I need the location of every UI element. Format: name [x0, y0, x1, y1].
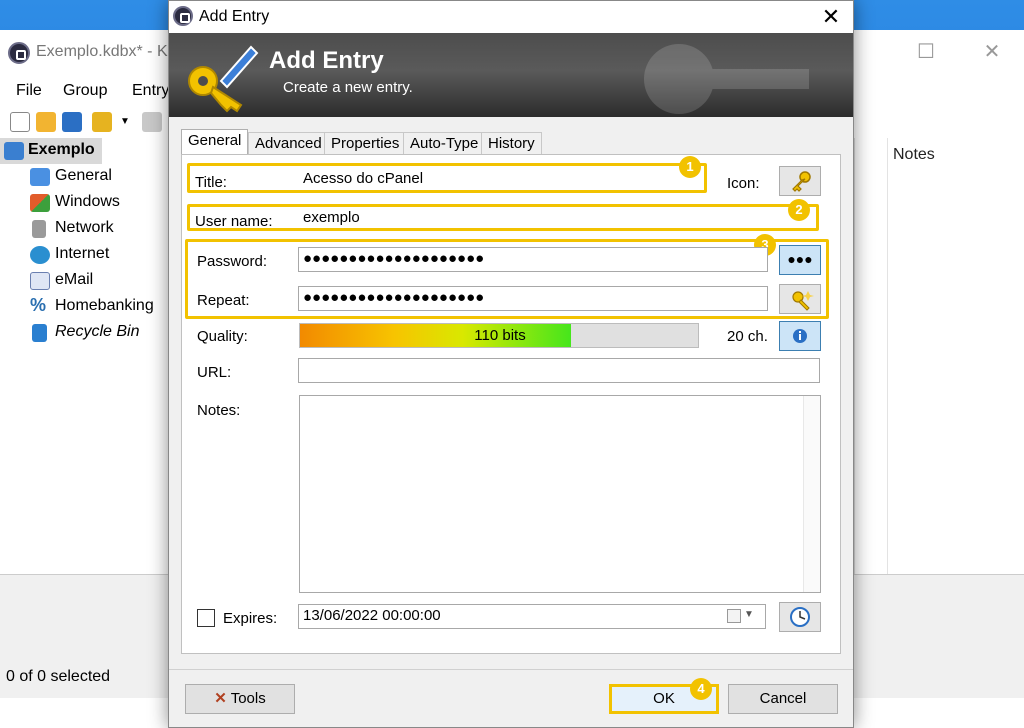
- add-entry-key-pen-icon: [188, 45, 259, 113]
- tab-auto-type[interactable]: Auto-Type: [403, 132, 486, 154]
- tab-general[interactable]: General: [181, 129, 249, 155]
- tree-item-label: eMail: [55, 271, 94, 288]
- dialog-close-icon[interactable]: ✕: [817, 3, 845, 31]
- banner-title: Add Entry: [269, 47, 384, 74]
- show-password-button[interactable]: ●●●: [779, 245, 821, 275]
- tree-item-label: Internet: [55, 245, 110, 262]
- highlight-box-1: [187, 163, 707, 193]
- main-toolbar: ▼: [0, 108, 170, 138]
- tab-advanced[interactable]: Advanced: [248, 132, 329, 154]
- menu-file[interactable]: File: [16, 82, 42, 100]
- info-icon: [793, 329, 807, 343]
- expiry-date-field[interactable]: 13/06/2022 00:00:00: [298, 604, 766, 629]
- chevron-down-icon[interactable]: ▼: [120, 116, 130, 127]
- cancel-button[interactable]: Cancel: [728, 684, 838, 714]
- repeat-password-field[interactable]: ●●●●●●●●●●●●●●●●●●●●: [298, 286, 768, 311]
- tree-item-network[interactable]: Network: [0, 216, 168, 242]
- banner-subtitle: Create a new entry.: [283, 79, 413, 96]
- quality-info-button[interactable]: [779, 321, 821, 351]
- selection-status: 0 of 0 selected: [6, 668, 111, 685]
- group-tree: Exemplo General Windows Network Internet…: [0, 138, 168, 568]
- new-database-icon[interactable]: [10, 112, 30, 132]
- tree-item-label: Recycle Bin: [55, 323, 140, 340]
- user-icon[interactable]: [142, 112, 162, 132]
- banner-watermark-icon: [644, 44, 809, 114]
- password-quality-bar: 110 bits: [299, 323, 699, 348]
- notes-label: Notes:: [197, 402, 241, 419]
- folder-open-icon: [4, 142, 24, 160]
- expires-label: Expires:: [223, 610, 278, 627]
- repeat-label: Repeat:: [197, 292, 250, 309]
- step-badge-1: 1: [679, 156, 701, 178]
- icon-label: Icon:: [727, 175, 760, 192]
- recycle-bin-icon: [32, 324, 47, 342]
- main-window-title: Exemplo.kdbx* - K: [36, 43, 168, 60]
- key-icon: [792, 171, 811, 192]
- expires-checkbox[interactable]: [197, 609, 215, 627]
- close-icon[interactable]: ✕: [972, 38, 1012, 66]
- menu-group[interactable]: Group: [63, 82, 107, 100]
- highlight-box-2: [187, 204, 819, 231]
- tree-item-exemplo[interactable]: Exemplo: [0, 138, 102, 164]
- tab-properties[interactable]: Properties: [324, 132, 407, 154]
- tree-item-general[interactable]: General: [0, 164, 168, 190]
- notes-textarea[interactable]: [299, 395, 821, 593]
- dialog-banner: Add Entry Create a new entry.: [169, 33, 853, 117]
- tree-item-windows[interactable]: Windows: [0, 190, 168, 216]
- open-folder-icon[interactable]: [36, 112, 56, 132]
- tree-item-email[interactable]: eMail: [0, 268, 168, 294]
- dialog-footer-separator: [169, 669, 853, 670]
- password-field[interactable]: ●●●●●●●●●●●●●●●●●●●●: [298, 247, 768, 272]
- tree-item-internet[interactable]: Internet: [0, 242, 168, 268]
- entry-list-pane: Notes: [854, 138, 1024, 574]
- wrench-icon: ✕: [214, 690, 227, 707]
- tools-button-label: Tools: [230, 690, 266, 707]
- url-label: URL:: [197, 364, 232, 381]
- step-badge-2: 2: [788, 199, 810, 221]
- expiry-presets-button[interactable]: [779, 602, 821, 632]
- password-generator-button[interactable]: [779, 284, 821, 314]
- key-generator-icon: [792, 291, 814, 311]
- expiry-date-value: 13/06/2022 00:00:00: [303, 607, 441, 624]
- tree-item-recycle-bin[interactable]: Recycle Bin: [0, 320, 168, 346]
- step-badge-4: 4: [690, 678, 712, 700]
- tree-item-homebanking[interactable]: % Homebanking: [0, 294, 168, 320]
- folder-icon: [30, 168, 50, 186]
- password-label: Password:: [197, 253, 268, 270]
- notes-column: [887, 138, 1024, 574]
- keepass-app-icon: [173, 6, 193, 26]
- tree-item-label: Homebanking: [55, 297, 154, 314]
- add-entry-key-icon[interactable]: [92, 112, 112, 132]
- tree-item-label: Windows: [55, 193, 120, 210]
- quality-bits-text: 110 bits: [474, 327, 526, 344]
- menu-entry[interactable]: Entry: [132, 82, 169, 100]
- keepass-app-icon: [8, 42, 30, 64]
- tree-item-label: General: [55, 167, 112, 184]
- calendar-icon[interactable]: [727, 609, 741, 623]
- quality-label: Quality:: [197, 328, 248, 345]
- save-icon[interactable]: [62, 112, 82, 132]
- percent-icon: %: [30, 295, 47, 315]
- tools-button[interactable]: ✕ Tools: [185, 684, 295, 714]
- tab-history[interactable]: History: [481, 132, 542, 154]
- windows-icon: [30, 194, 50, 212]
- envelope-icon: [30, 272, 50, 290]
- notes-column-header[interactable]: Notes: [893, 146, 935, 164]
- network-icon: [32, 220, 46, 238]
- maximize-icon[interactable]: ☐: [906, 38, 946, 66]
- globe-icon: [30, 246, 50, 264]
- character-count: 20 ch.: [727, 328, 768, 345]
- icon-picker-button[interactable]: [779, 166, 821, 196]
- tree-item-label: Network: [55, 219, 114, 236]
- dialog-title-bar: Add Entry ✕: [169, 1, 853, 33]
- clock-icon: [790, 607, 810, 627]
- dialog-title: Add Entry: [199, 8, 270, 25]
- add-entry-dialog: Add Entry ✕ Add Entry Create a new entry…: [168, 0, 854, 728]
- menu-bar: File Group Entry: [0, 76, 170, 106]
- url-field[interactable]: [298, 358, 820, 383]
- chevron-down-icon[interactable]: ▼: [744, 609, 754, 620]
- tree-item-label: Exemplo: [28, 141, 95, 158]
